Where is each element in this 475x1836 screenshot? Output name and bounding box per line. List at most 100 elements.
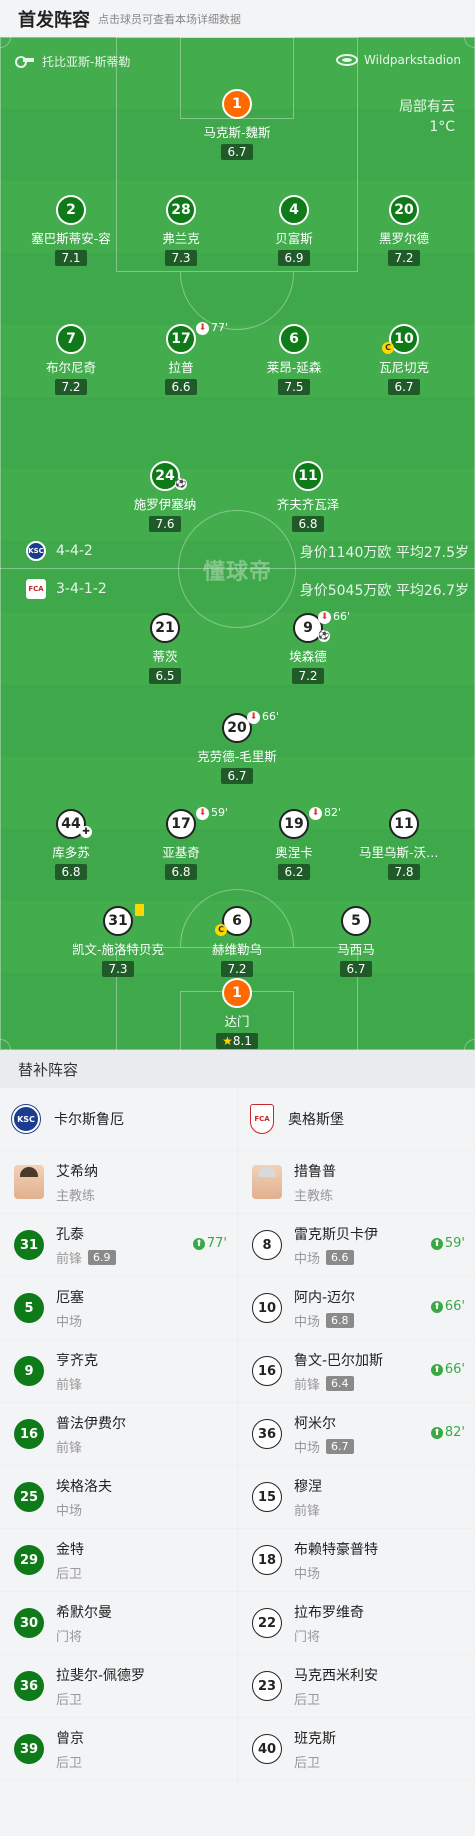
player-name: 金特 (56, 1541, 84, 1558)
player-name: 马西马 (337, 942, 375, 957)
sub-row[interactable]: 31 孔泰 前锋 6.9 ⬆ 77' (0, 1214, 237, 1277)
away-player[interactable]: 11 马里乌斯-沃尔夫 7.8 (349, 809, 459, 880)
player-name: 拉普 (168, 360, 194, 375)
away-player[interactable]: 20 ⬇ 66' 克劳德-毛里斯 6.7 (182, 710, 292, 784)
player-number: 16 (252, 1356, 282, 1386)
away-player[interactable]: 5 马西马 6.7 (301, 906, 411, 977)
away-player[interactable]: 44 ✚ 库多苏 6.8 (16, 809, 126, 880)
player-name: 普法伊费尔 (56, 1415, 126, 1432)
lineup-title: 首发阵容 (18, 9, 90, 31)
home-player[interactable]: 2 塞巴斯蒂安-容 7.1 (16, 195, 126, 266)
home-player[interactable]: 24 ⚽ 施罗伊塞纳 7.6 (110, 461, 220, 532)
player-name: 班克斯 (294, 1730, 336, 1747)
home-player[interactable]: 11 齐夫齐瓦泽 6.8 (253, 461, 363, 532)
player-number: 25 (14, 1482, 44, 1512)
player-rating: 7.2 (388, 250, 420, 266)
player-name: 阿内-迈尔 (294, 1289, 356, 1306)
away-player[interactable]: 19 ⬇ 82' 奥涅卡 6.2 (239, 806, 349, 880)
home-player[interactable]: 20 黑罗尔德 7.2 (349, 195, 459, 266)
sub-row[interactable]: 16 鲁文-巴尔加斯 前锋 6.4 ⬆ 66' (238, 1340, 475, 1403)
home-player[interactable]: 10 C 瓦尼切克 6.7 (349, 324, 459, 395)
away-player[interactable]: 9 ⬇ 66' ⚽ 埃森德 7.2 (253, 610, 363, 684)
sub-row[interactable]: 39 曾京 后卫 (0, 1718, 237, 1781)
away-team-row[interactable]: FCA 奥格斯堡 (238, 1088, 475, 1151)
away-player[interactable]: 17 ⬇ 59' 亚基奇 6.8 (126, 806, 236, 880)
stadium-info: Wildparkstadion (336, 53, 461, 67)
player-name: 瓦尼切克 (378, 360, 429, 375)
sub-row[interactable]: 23 马克西米利安 后卫 (238, 1655, 475, 1718)
player-number: 39 (14, 1734, 44, 1764)
player-name: 希默尔曼 (56, 1604, 112, 1621)
player-number: 1 (222, 89, 252, 119)
away-player[interactable]: 1 达门 ★8.1 (182, 978, 292, 1049)
player-number: 6 (279, 324, 309, 354)
player-position: 前锋 (294, 1377, 321, 1393)
sub-row[interactable]: 36 拉斐尔-佩德罗 后卫 (0, 1655, 237, 1718)
player-position: 前锋 (56, 1440, 83, 1456)
away-subs-column: FCA 奥格斯堡 措鲁普 主教练 8 雷克斯贝卡伊 中场 6.6 ⬆ 59' 10 阿… (238, 1088, 475, 1781)
whistle-icon (15, 55, 34, 68)
player-number: 11 (293, 461, 323, 491)
sub-on-minute: 66' (444, 1362, 465, 1377)
home-player[interactable]: 28 弗兰克 7.3 (126, 195, 236, 266)
home-team-logo: KSC (26, 541, 46, 561)
sub-on-minute: 59' (444, 1236, 465, 1251)
sub-row[interactable]: 5 厄塞 中场 (0, 1277, 237, 1340)
home-player[interactable]: 17 ⬇ 77' 拉普 6.6 (126, 321, 236, 395)
player-name: 柯米尔 (294, 1415, 336, 1432)
home-player[interactable]: 7 布尔尼奇 7.2 (16, 324, 126, 395)
player-name: 莱昂-延森 (266, 360, 322, 375)
sub-row[interactable]: 10 阿内-迈尔 中场 6.8 ⬆ 66' (238, 1277, 475, 1340)
sub-row[interactable]: 15 穆涅 前锋 (238, 1466, 475, 1529)
home-player[interactable]: 1 马克斯-魏斯 6.7 (182, 89, 292, 160)
coach-avatar (14, 1165, 44, 1199)
player-position: 中场 (294, 1440, 321, 1456)
sub-row[interactable]: 40 班克斯 后卫 (238, 1718, 475, 1781)
sub-row[interactable]: 9 亨齐克 前锋 (0, 1340, 237, 1403)
player-name: 亚基奇 (162, 845, 200, 860)
player-name: 拉斐尔-佩德罗 (56, 1667, 146, 1684)
captain-icon: C (382, 342, 394, 354)
sub-on-minute: 82' (444, 1425, 465, 1440)
home-subs-column: KSC 卡尔斯鲁厄 艾希纳 主教练 31 孔泰 前锋 6.9 ⬆ 77' 5 厄塞 中场… (0, 1088, 237, 1781)
home-player[interactable]: 4 贝富斯 6.9 (239, 195, 349, 266)
player-position: 前锋 (56, 1251, 83, 1267)
home-coach-row[interactable]: 艾希纳 主教练 (0, 1151, 237, 1214)
away-team-logo: FCA (26, 579, 46, 599)
player-number: 5 (14, 1293, 44, 1323)
away-player[interactable]: 21 蒂茨 6.5 (110, 613, 220, 684)
sub-row[interactable]: 8 雷克斯贝卡伊 中场 6.6 ⬆ 59' (238, 1214, 475, 1277)
sub-minute: 82' (324, 806, 342, 819)
sub-off-icon: ⬇ (196, 322, 209, 335)
sub-on-minute: 77' (206, 1236, 227, 1251)
sub-on: ⬆ 77' (192, 1236, 227, 1251)
player-name: 库多苏 (52, 845, 90, 860)
sub-row[interactable]: 25 埃格洛夫 中场 (0, 1466, 237, 1529)
away-coach-row[interactable]: 措鲁普 主教练 (238, 1151, 475, 1214)
player-number: 30 (14, 1608, 44, 1638)
player-position: 后卫 (56, 1566, 83, 1582)
home-team-row[interactable]: KSC 卡尔斯鲁厄 (0, 1088, 237, 1151)
away-team-logo: FCA (250, 1104, 274, 1134)
away-player[interactable]: 6 C 赫维勒乌 7.2 (182, 906, 292, 977)
away-player[interactable]: 31 凯文-施洛特贝克 7.3 (63, 904, 173, 977)
player-number: 4 (279, 195, 309, 225)
home-player[interactable]: 6 莱昂-延森 7.5 (239, 324, 349, 395)
player-name: 穆涅 (294, 1478, 322, 1495)
sub-row[interactable]: 36 柯米尔 中场 6.7 ⬆ 82' (238, 1403, 475, 1466)
goal-ball-icon: ⚽ (318, 630, 330, 642)
player-position: 中场 (56, 1314, 83, 1330)
sub-row[interactable]: 16 普法伊费尔 前锋 (0, 1403, 237, 1466)
player-name: 布赖特豪普特 (294, 1541, 378, 1558)
sub-row[interactable]: 29 金特 后卫 (0, 1529, 237, 1592)
player-rating-value: 8.1 (232, 1034, 252, 1048)
sub-off-icon: ⬇ (196, 807, 209, 820)
player-number: 36 (252, 1419, 282, 1449)
sub-row[interactable]: 18 布赖特豪普特 中场 (238, 1529, 475, 1592)
player-rating: 7.1 (55, 250, 87, 266)
player-name: 黑罗尔德 (378, 231, 429, 246)
stadium-icon (336, 54, 359, 66)
player-rating: 7.2 (55, 379, 87, 395)
sub-row[interactable]: 30 希默尔曼 门将 (0, 1592, 237, 1655)
sub-row[interactable]: 22 拉布罗维奇 门将 (238, 1592, 475, 1655)
